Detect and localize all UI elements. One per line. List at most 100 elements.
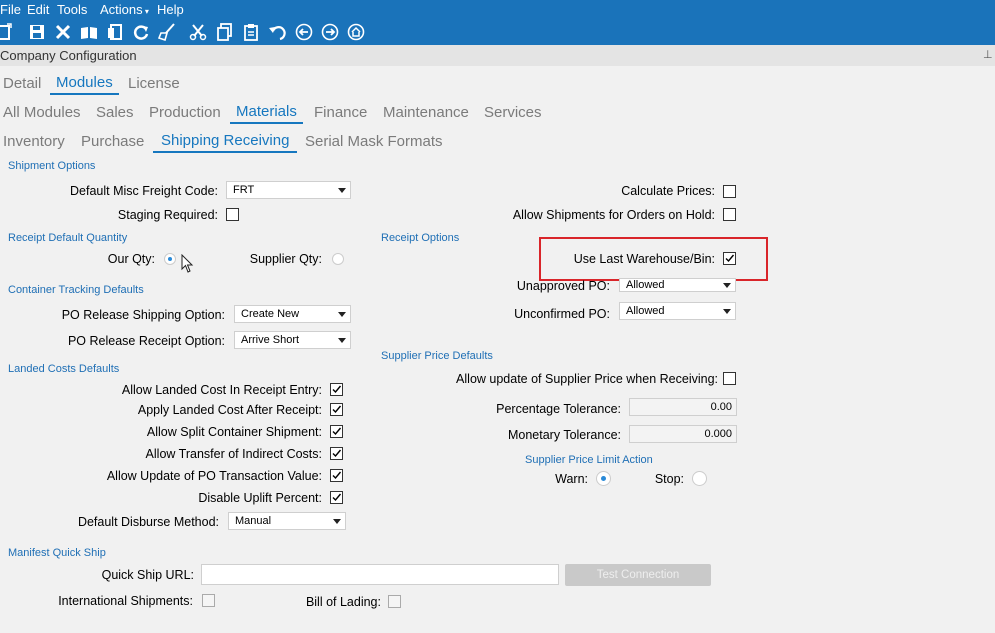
- unconfirmed-po-select[interactable]: Allowed: [619, 302, 736, 320]
- copy-icon[interactable]: [216, 23, 234, 41]
- menu-file[interactable]: File: [0, 2, 21, 17]
- label-unapproved-po: Unapproved PO:: [516, 279, 610, 293]
- allow-landed-cost-receipt-entry-checkbox[interactable]: [330, 383, 343, 396]
- new-icon[interactable]: [0, 23, 18, 41]
- chevron-down-icon: [338, 188, 346, 193]
- attach-icon[interactable]: [106, 23, 124, 41]
- section-supplier-price-limit-action: Supplier Price Limit Action: [525, 454, 653, 466]
- chevron-down-icon: [723, 309, 731, 314]
- our-qty-radio[interactable]: [164, 253, 176, 265]
- tab-inventory[interactable]: Inventory: [3, 133, 65, 154]
- label-warn: Warn:: [555, 472, 588, 486]
- chevron-down-icon: [338, 312, 346, 317]
- unconfirmed-po-value: Allowed: [626, 305, 665, 317]
- default-disburse-method-select[interactable]: Manual: [228, 512, 346, 530]
- international-shipments-checkbox[interactable]: [202, 594, 215, 607]
- chevron-down-icon: [333, 519, 341, 524]
- test-connection-button[interactable]: Test Connection: [565, 564, 711, 586]
- tab-all-modules[interactable]: All Modules: [3, 104, 81, 125]
- label-po-release-shipping-option: PO Release Shipping Option:: [61, 308, 225, 322]
- section-receipt-default-quantity: Receipt Default Quantity: [8, 232, 128, 244]
- label-use-last-warehouse-bin: Use Last Warehouse/Bin:: [573, 252, 715, 266]
- stop-radio[interactable]: [692, 471, 707, 486]
- label-po-release-receipt-option: PO Release Receipt Option:: [67, 334, 225, 348]
- use-last-warehouse-bin-checkbox[interactable]: [723, 252, 736, 265]
- refresh-icon[interactable]: [132, 23, 150, 41]
- disable-uplift-percent-checkbox[interactable]: [330, 491, 343, 504]
- home-icon[interactable]: [347, 23, 365, 41]
- allow-split-container-shipment-checkbox[interactable]: [330, 425, 343, 438]
- tab-purchase[interactable]: Purchase: [81, 133, 144, 154]
- pin-icon[interactable]: ⊥: [983, 48, 993, 61]
- label-staging-required: Staging Required:: [117, 208, 218, 222]
- warn-radio[interactable]: [596, 471, 611, 486]
- label-allow-update-po-transaction-value: Allow Update of PO Transaction Value:: [106, 469, 322, 483]
- tab-license[interactable]: License: [128, 75, 180, 96]
- bill-of-lading-checkbox[interactable]: [388, 595, 401, 608]
- forward-icon[interactable]: [321, 23, 339, 41]
- supplier-qty-radio[interactable]: [332, 253, 344, 265]
- tab-services[interactable]: Services: [484, 104, 542, 125]
- chevron-down-icon: [723, 283, 731, 288]
- label-allow-shipments-on-hold: Allow Shipments for Orders on Hold:: [512, 208, 715, 222]
- label-default-misc-freight-code: Default Misc Freight Code:: [70, 184, 218, 198]
- clear-icon[interactable]: [157, 23, 176, 42]
- save-icon[interactable]: [28, 23, 46, 41]
- tab-production[interactable]: Production: [149, 104, 221, 125]
- unapproved-po-select[interactable]: Allowed: [619, 278, 736, 292]
- chevron-down-icon: [338, 338, 346, 343]
- calculate-prices-checkbox[interactable]: [723, 185, 736, 198]
- label-unconfirmed-po: Unconfirmed PO:: [514, 307, 610, 321]
- quick-ship-url-input[interactable]: [201, 564, 559, 585]
- label-monetary-tolerance: Monetary Tolerance:: [507, 428, 621, 442]
- menu-tools[interactable]: Tools: [57, 2, 87, 17]
- default-misc-freight-code-select[interactable]: FRT: [226, 181, 351, 199]
- top-bar: File Edit Tools Actions ▾ Help: [0, 0, 995, 45]
- apply-landed-cost-after-receipt-checkbox[interactable]: [330, 403, 343, 416]
- cut-icon[interactable]: [189, 23, 207, 41]
- section-shipment-options: Shipment Options: [8, 160, 96, 172]
- back-icon[interactable]: [295, 23, 313, 41]
- label-default-disburse-method: Default Disburse Method:: [77, 515, 219, 529]
- cursor-icon: [181, 254, 194, 273]
- book-icon[interactable]: [80, 23, 98, 41]
- tab-detail[interactable]: Detail: [3, 75, 41, 96]
- label-allow-split-container-shipment: Allow Split Container Shipment:: [146, 425, 322, 439]
- tab-serial-mask-formats[interactable]: Serial Mask Formats: [305, 133, 443, 154]
- tab-maintenance[interactable]: Maintenance: [383, 104, 469, 125]
- allow-shipments-on-hold-checkbox[interactable]: [723, 208, 736, 221]
- tab-finance[interactable]: Finance: [314, 104, 367, 125]
- label-our-qty: Our Qty:: [107, 252, 155, 266]
- allow-update-po-transaction-value-checkbox[interactable]: [330, 469, 343, 482]
- section-container-tracking-defaults: Container Tracking Defaults: [8, 284, 144, 296]
- po-release-receipt-option-select[interactable]: Arrive Short: [234, 331, 351, 349]
- po-release-shipping-option-value: Create New: [241, 308, 300, 320]
- section-supplier-price-defaults: Supplier Price Defaults: [381, 350, 493, 362]
- staging-required-checkbox[interactable]: [226, 208, 239, 221]
- po-release-shipping-option-select[interactable]: Create New: [234, 305, 351, 323]
- label-quick-ship-url: Quick Ship URL:: [101, 568, 194, 582]
- menu-edit[interactable]: Edit: [27, 2, 49, 17]
- allow-update-supplier-price-checkbox[interactable]: [723, 372, 736, 385]
- tab-modules[interactable]: Modules: [50, 74, 119, 95]
- undo-icon[interactable]: [268, 23, 286, 41]
- label-disable-uplift-percent: Disable Uplift Percent:: [198, 491, 322, 505]
- menu-help[interactable]: Help: [157, 2, 184, 17]
- label-allow-update-supplier-price: Allow update of Supplier Price when Rece…: [456, 372, 718, 386]
- allow-transfer-indirect-costs-checkbox[interactable]: [330, 447, 343, 460]
- monetary-tolerance-input[interactable]: 0.000: [629, 425, 737, 443]
- tab-sales[interactable]: Sales: [96, 104, 134, 125]
- label-stop: Stop:: [654, 472, 684, 486]
- label-apply-landed-cost-after-receipt: Apply Landed Cost After Receipt:: [137, 403, 322, 417]
- label-supplier-qty: Supplier Qty:: [249, 252, 322, 266]
- delete-icon[interactable]: [54, 23, 72, 41]
- menu-actions[interactable]: Actions ▾: [100, 2, 149, 17]
- tab-shipping-receiving[interactable]: Shipping Receiving: [153, 132, 298, 153]
- tab-materials[interactable]: Materials: [230, 103, 303, 124]
- label-international-shipments: International Shipments:: [58, 594, 193, 608]
- paste-icon[interactable]: [242, 23, 260, 41]
- section-manifest-quick-ship: Manifest Quick Ship: [8, 547, 106, 559]
- label-allow-transfer-indirect-costs: Allow Transfer of Indirect Costs:: [145, 447, 322, 461]
- default-disburse-method-value: Manual: [235, 515, 272, 527]
- percentage-tolerance-input[interactable]: 0.00: [629, 398, 737, 416]
